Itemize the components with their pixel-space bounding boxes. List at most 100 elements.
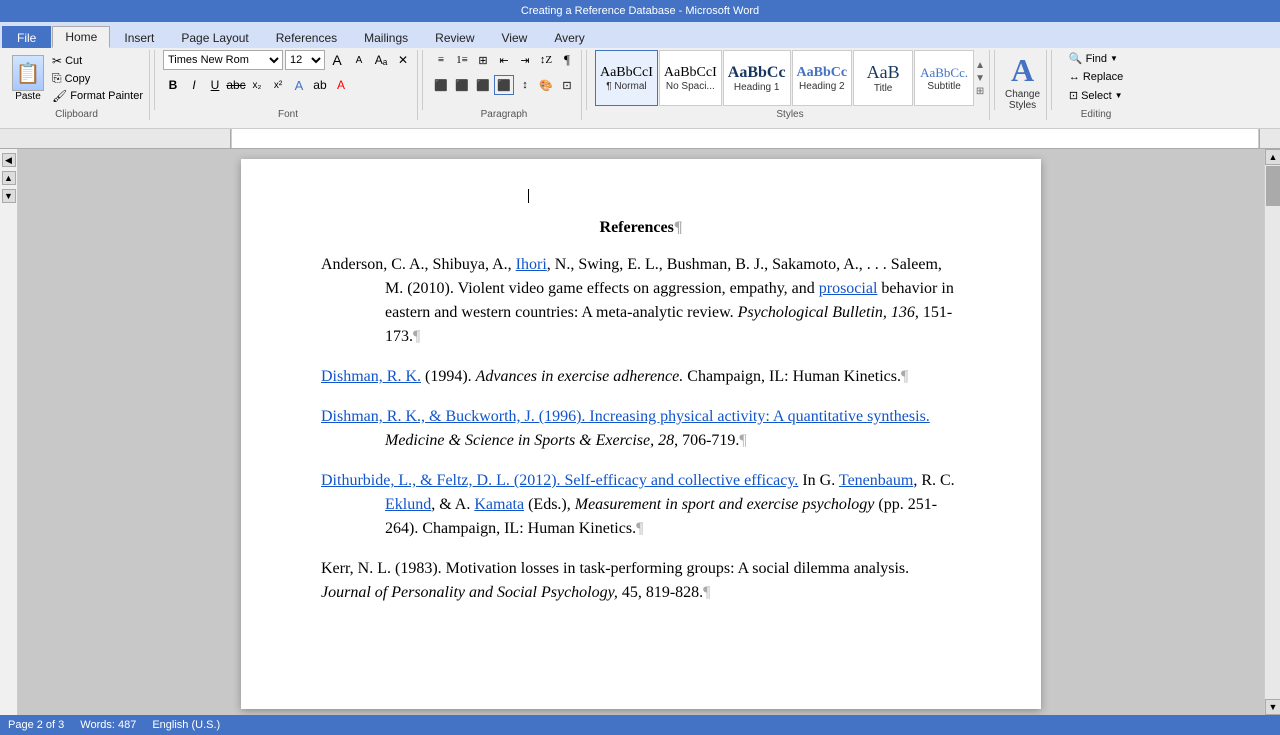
style-heading2[interactable]: AaBbCc Heading 2 bbox=[792, 50, 853, 106]
document-page[interactable]: References¶ Anderson, C. A., Shibuya, A.… bbox=[241, 159, 1041, 709]
copy-icon: ⎘ bbox=[52, 71, 62, 86]
document-scroll-area[interactable]: References¶ Anderson, C. A., Shibuya, A.… bbox=[18, 149, 1264, 715]
dishman1994-link[interactable]: Dishman, R. K. bbox=[321, 368, 421, 385]
style-title[interactable]: AaB Title bbox=[853, 50, 913, 106]
ribbon: 📋 Paste ✂ Cut ⎘ Copy 🖌 Format Painter bbox=[0, 48, 1280, 129]
ihori-link[interactable]: Ihori bbox=[516, 256, 547, 273]
style-normal-label: ¶ Normal bbox=[606, 81, 646, 92]
increase-indent-button[interactable]: ⇥ bbox=[515, 50, 535, 70]
view-toggle-button[interactable]: ◀ bbox=[2, 153, 16, 167]
show-formatting-button[interactable]: ¶ bbox=[557, 50, 577, 70]
styles-group: AaBbCcI ¶ Normal AaBbCcI No Spaci... AaB… bbox=[591, 50, 990, 120]
font-size-select[interactable]: 12 bbox=[285, 50, 325, 70]
reference-1: Anderson, C. A., Shibuya, A., Ihori, N.,… bbox=[321, 253, 961, 349]
next-page-button[interactable]: ▼ bbox=[2, 189, 16, 203]
change-case-button[interactable]: Aₐ bbox=[371, 50, 391, 70]
find-button[interactable]: 🔍 Find ▼ bbox=[1065, 50, 1127, 67]
numbering-button[interactable]: 1≡ bbox=[452, 50, 472, 70]
select-button[interactable]: ⊡ Select ▼ bbox=[1065, 87, 1127, 104]
reference-5-text: Kerr, N. L. (1983). Motivation losses in… bbox=[321, 557, 961, 605]
bold-button[interactable]: B bbox=[163, 75, 183, 95]
replace-button[interactable]: ↔ Replace bbox=[1065, 69, 1127, 85]
scroll-down-button[interactable]: ▼ bbox=[1265, 699, 1280, 715]
ruler-svg bbox=[231, 129, 1259, 149]
tab-home[interactable]: Home bbox=[52, 26, 110, 48]
format-painter-button[interactable]: 🖌 Format Painter bbox=[50, 88, 145, 104]
align-center-button[interactable]: ⬛ bbox=[452, 75, 472, 95]
ruler bbox=[0, 129, 1280, 149]
style-heading1[interactable]: AaBbCc Heading 1 bbox=[723, 50, 791, 106]
styles-scroll-buttons: ▲ ▼ ⊞ bbox=[975, 60, 985, 97]
font-controls: Times New Rom 12 A A Aₐ ✕ B I U abc x₂ bbox=[163, 50, 413, 95]
italic-button[interactable]: I bbox=[184, 75, 204, 95]
divider-1 bbox=[154, 50, 155, 110]
clear-format-button[interactable]: ✕ bbox=[393, 50, 413, 70]
grow-font-button[interactable]: A bbox=[327, 50, 347, 70]
scroll-up-button[interactable]: ▲ bbox=[1265, 149, 1280, 165]
tab-references[interactable]: References bbox=[263, 26, 350, 48]
bullets-button[interactable]: ≡ bbox=[431, 50, 451, 70]
kamata-link[interactable]: Kamata bbox=[474, 496, 524, 513]
sort-button[interactable]: ↕Z bbox=[536, 50, 556, 70]
justify-button[interactable]: ⬛ bbox=[494, 75, 514, 95]
tenenbaum-link[interactable]: Tenenbaum bbox=[839, 472, 913, 489]
tab-page-layout[interactable]: Page Layout bbox=[168, 26, 261, 48]
tab-file[interactable]: File bbox=[2, 26, 51, 48]
left-panel: ◀ ▲ ▼ bbox=[0, 149, 18, 715]
reference-3: Dishman, R. K., & Buckworth, J. (1996). … bbox=[321, 405, 961, 453]
decrease-indent-button[interactable]: ⇤ bbox=[494, 50, 514, 70]
editing-buttons: 🔍 Find ▼ ↔ Replace ⊡ Select ▼ bbox=[1065, 50, 1127, 104]
borders-button[interactable]: ⊡ bbox=[557, 75, 577, 95]
tab-view[interactable]: View bbox=[489, 26, 541, 48]
style-no-spacing[interactable]: AaBbCcI No Spaci... bbox=[659, 50, 722, 106]
style-normal[interactable]: AaBbCcI ¶ Normal bbox=[595, 50, 658, 106]
dishman1996-link[interactable]: Dishman, R. K., & Buckworth, J. (1996). … bbox=[321, 408, 930, 425]
style-title-preview: AaB bbox=[867, 62, 900, 83]
pilcrow-3: ¶ bbox=[901, 368, 908, 385]
subscript-button[interactable]: x₂ bbox=[247, 75, 267, 95]
eklund-link[interactable]: Eklund bbox=[385, 496, 431, 513]
scroll-thumb[interactable] bbox=[1266, 166, 1280, 206]
underline-button[interactable]: U bbox=[205, 75, 225, 95]
prev-page-button[interactable]: ▲ bbox=[2, 171, 16, 185]
paste-button[interactable]: 📋 Paste bbox=[8, 53, 48, 104]
strikethrough-button[interactable]: abc bbox=[226, 75, 246, 95]
tab-mailings[interactable]: Mailings bbox=[351, 26, 421, 48]
style-no-spacing-label: No Spaci... bbox=[666, 81, 715, 92]
superscript-button[interactable]: x² bbox=[268, 75, 288, 95]
tab-review[interactable]: Review bbox=[422, 26, 487, 48]
style-subtitle[interactable]: AaBbCc. Subtitle bbox=[914, 50, 974, 106]
text-effects-button[interactable]: A bbox=[289, 75, 309, 95]
document-area: ◀ ▲ ▼ References¶ Anderson, C. A., Shibu… bbox=[0, 149, 1280, 715]
clipboard-group-content: 📋 Paste ✂ Cut ⎘ Copy 🖌 Format Painter bbox=[8, 50, 145, 107]
change-styles-button[interactable]: A ChangeStyles bbox=[1003, 50, 1042, 113]
styles-more[interactable]: ⊞ bbox=[976, 86, 984, 97]
cut-button[interactable]: ✂ Cut bbox=[50, 53, 145, 69]
font-color-button[interactable]: A bbox=[331, 75, 351, 95]
align-left-button[interactable]: ⬛ bbox=[431, 75, 451, 95]
ribbon-content: 📋 Paste ✂ Cut ⎘ Copy 🖌 Format Painter bbox=[0, 48, 1280, 128]
shading-button[interactable]: 🎨 bbox=[536, 75, 556, 95]
dithurbide-link[interactable]: Dithurbide, L., & Feltz, D. L. (2012). S… bbox=[321, 472, 798, 489]
styles-scroll-up[interactable]: ▲ bbox=[975, 60, 985, 71]
tab-insert[interactable]: Insert bbox=[111, 26, 167, 48]
references-title: References¶ bbox=[321, 219, 961, 237]
ref3-italic: Medicine & Science in Sports & Exercise,… bbox=[385, 432, 674, 449]
paragraph-label: Paragraph bbox=[481, 107, 528, 120]
copy-button[interactable]: ⎘ Copy bbox=[50, 70, 145, 87]
text-highlight-button[interactable]: ab bbox=[310, 75, 330, 95]
multilevel-button[interactable]: ⊞ bbox=[473, 50, 493, 70]
change-styles-group: A ChangeStyles bbox=[999, 50, 1047, 120]
styles-label: Styles bbox=[776, 107, 803, 120]
font-name-select[interactable]: Times New Rom bbox=[163, 50, 283, 70]
reference-3-text: Dishman, R. K., & Buckworth, J. (1996). … bbox=[321, 405, 961, 453]
tab-avery[interactable]: Avery bbox=[541, 26, 597, 48]
select-label: Select bbox=[1081, 90, 1112, 102]
shrink-font-button[interactable]: A bbox=[349, 50, 369, 70]
align-right-button[interactable]: ⬛ bbox=[473, 75, 493, 95]
line-spacing-button[interactable]: ↕ bbox=[515, 75, 535, 95]
scroll-track[interactable] bbox=[1265, 165, 1280, 699]
style-no-spacing-preview: AaBbCcI bbox=[664, 65, 717, 81]
styles-scroll-down[interactable]: ▼ bbox=[975, 73, 985, 84]
prosocial-link[interactable]: prosocial bbox=[819, 280, 878, 297]
